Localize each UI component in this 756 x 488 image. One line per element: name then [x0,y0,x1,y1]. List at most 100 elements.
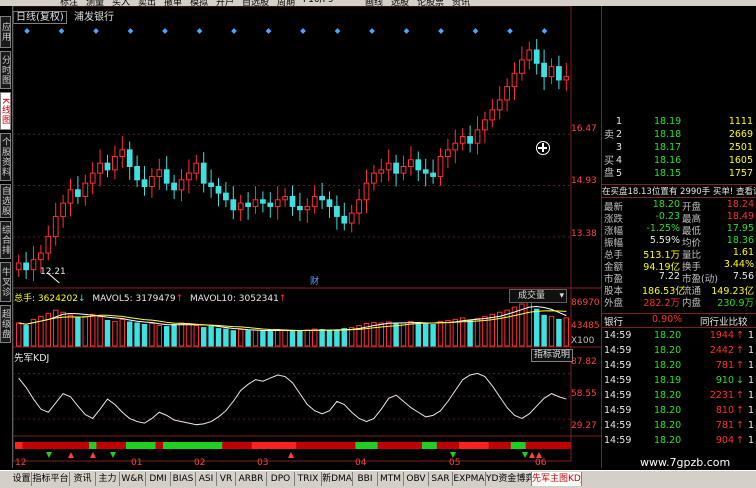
bottom-tab[interactable]: EXPMA [453,472,486,486]
signal-bar-segment [496,442,504,449]
volume-bar [289,330,296,347]
bottom-tab[interactable]: ASI [196,472,217,486]
bottom-tab[interactable]: BIAS [171,472,196,486]
stat-value: 18.49 [726,211,754,222]
candle [341,202,348,231]
left-tab[interactable]: 超级盘口 [0,305,11,343]
signal-marker [265,28,272,34]
bottom-tab[interactable]: YD资金博弈 [486,472,532,486]
indicator-name: 先军KDJ [14,353,50,364]
signal-bar-segment [111,442,120,449]
total-volume-label: 总手: 3624202 [14,294,78,304]
volume-bar [171,324,177,347]
signal-bar-segment [510,442,519,449]
left-tab[interactable]: 分时图 [0,51,11,89]
signal-bar-segment [148,442,157,449]
candle [126,141,133,180]
signal-bar-segment [562,442,571,449]
stat-value: 7.56 [732,271,754,282]
bottom-tab[interactable]: DPO [267,472,295,486]
bottom-indicator-tabs: 设置 指标平台 资讯 主力 W&R DMI BIAS ASI VR ARBR DPO TRIX 新DMA… [0,470,756,488]
signal-bar-segment [466,442,475,449]
tick-time: 14:59 [604,330,632,341]
candle [119,136,126,168]
volume-bar [326,330,333,347]
volume-bar [104,319,111,347]
level-price: 18.18 [654,129,682,140]
tick-row: 14:59 18.20 904 ↑ 1 [602,435,756,447]
event-marker[interactable]: 财 [310,274,319,287]
level-number: 1 [616,116,623,127]
stat-value: -1.25% [646,223,680,234]
signal-bar-segment [281,442,290,449]
volume-indicator-dropdown[interactable]: 成交量 ▾ [509,289,567,303]
price-axis-label: 13.38 [571,229,597,239]
bottom-tab[interactable]: DMI [146,472,171,486]
signal-bar-segment [163,442,171,449]
bottom-tab[interactable]: VR [217,472,236,486]
bottom-tab[interactable]: ARBR [236,472,267,486]
sector-change: 0.90% [652,314,683,325]
big-order-notice[interactable]: 在买盘18.13位置有 2990手 买单! 查看详细 [602,184,756,198]
volume-axis-label: 43485 [571,321,600,331]
bottom-tab[interactable]: MTM [378,472,404,486]
signal-bar-segment [89,442,97,449]
arrow-up-icon: ↑ [736,420,744,431]
indicator-help-button[interactable]: 指标说明 [531,349,574,362]
bottom-tab[interactable]: 新DMA [322,472,353,486]
level-number: 5 [616,168,623,179]
volume-header: 总手: 3624202↓ MAVOL5: 3179479↑ MAVOL10: 3… [14,294,287,304]
signal-marker [334,28,341,34]
left-tab[interactable]: 应用 [0,16,11,48]
left-tab[interactable]: 自选股 [0,184,11,218]
tick-flag: 1 [748,390,755,401]
bottom-tab[interactable]: 设置 [12,472,32,486]
bottom-tab[interactable]: BBI [353,472,378,486]
menu-item[interactable]: F10/F9 [303,0,334,5]
signal-bar-segment [377,442,386,449]
volume-bar [156,325,163,347]
candle [289,185,296,216]
tick-time: 14:59 [604,405,632,416]
signal-marker [369,28,375,34]
signal-bar-segment [200,442,208,449]
volume-bar [52,309,59,347]
volume-bar [215,328,222,347]
stat-value: 1.61 [732,247,754,258]
bottom-tab[interactable]: 指标平台 [32,472,70,486]
bottom-tab[interactable]: 资讯 [70,472,96,486]
signal-bar-segment [399,442,408,449]
left-tab[interactable]: 个股资料 [0,133,11,181]
signal-bar-segment [81,442,90,449]
bottom-tab[interactable]: SAR [429,472,453,486]
sector-row[interactable]: 银行 0.90% 同行业比较 [602,313,756,328]
signal-marker [58,28,65,34]
bottom-tab[interactable]: OBV [404,472,429,486]
signal-marker [162,28,168,34]
crosshair-cursor-icon [536,141,550,155]
tick-time: 14:59 [604,345,632,356]
left-tab[interactable]: 综合排名 [0,221,11,259]
tick-time: 14:59 [604,420,632,431]
signal-bar-segment [422,442,430,449]
bottom-tab[interactable]: W&R [120,472,146,486]
chart-canvas[interactable] [13,6,601,470]
signal-bar-segment [533,442,541,449]
bottom-tab[interactable]: 先军主图KDJ [532,472,582,486]
left-tab[interactable]: 牛叉诊股 [0,262,11,302]
bottom-tab[interactable]: TRIX [295,472,322,486]
bottom-tab[interactable]: 主力 [96,472,120,486]
volume-bar [304,329,311,347]
signal-bar-segment [140,442,149,449]
candle [297,192,303,222]
tick-volume: 810 [715,405,734,416]
volume-bar [445,319,451,347]
volume-bar [141,324,148,347]
signal-marker [541,28,548,34]
candle [393,154,399,187]
volume-bar [208,326,214,347]
stat-value: 5.59% [649,235,680,246]
signal-bar-segment [362,442,371,449]
signal-bar-segment [96,442,105,449]
left-tab[interactable]: K线图 [0,92,11,130]
